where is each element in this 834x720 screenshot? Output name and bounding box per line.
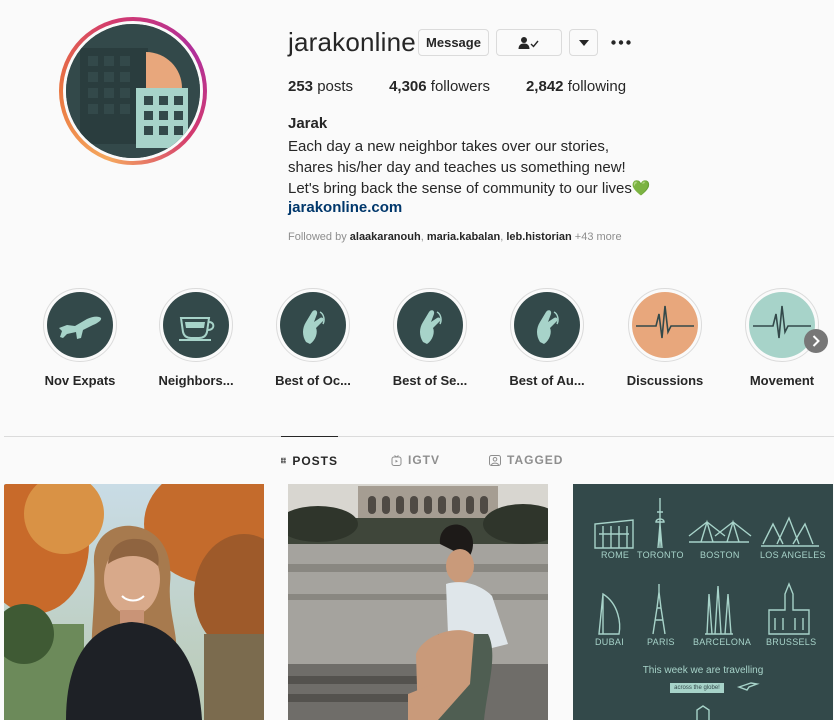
highlight-label: Best of Au... [509,373,585,388]
message-button[interactable]: Message [418,29,489,56]
rome-photo [288,484,548,720]
highlight-cover [632,292,698,358]
highlight-ring [276,288,350,362]
followed-by-prefix: Followed by [288,231,350,243]
city-label: BOSTON [700,550,740,560]
highlight-label: Neighbors... [158,373,234,388]
tab-label: TAGGED [507,453,564,467]
tab-label: POSTS [292,453,338,468]
profile-avatar-ring[interactable] [59,17,207,165]
highlight-cover [397,292,463,358]
highlights-next-button[interactable] [804,329,828,353]
following-count: 2,842 [525,78,564,95]
hand-icon [303,310,325,344]
post-thumbnail-travel[interactable]: ROME TORONTO BOSTON LOS ANGELES DUBAI PA… [573,484,833,720]
highlight-label: Best of Oc... [275,373,351,388]
highlight-label: Nov Expats [44,373,116,388]
bio-line: shares his/her day and teaches us someth… [288,159,626,176]
highlight-ring [745,288,819,362]
posts-count: 253 [288,78,314,95]
bio-line: Let's bring back the sense of community … [288,180,651,197]
hand-icon [537,310,559,344]
posts-stat: 253 posts [288,78,353,95]
travel-pill: across the globe! [670,683,724,693]
highlight-ring [43,288,117,362]
suggestions-dropdown-button[interactable] [569,29,598,56]
hand-icon [420,310,442,344]
tab-posts[interactable]: POSTS [281,436,338,484]
profile-avatar [66,24,200,158]
highlight-cover [280,292,346,358]
heartbeat-icon [753,305,811,339]
following-stat[interactable]: 2,842 following [526,78,626,95]
followers-count: 4,306 [389,78,427,95]
tab-label: IGTV [408,453,441,467]
bio-line: Each day a new neighbor takes over our s… [288,138,610,155]
coffee-cup-icon [179,317,215,341]
grid-icon [281,457,287,464]
highlight-neighbors[interactable]: Neighbors... [146,288,246,388]
followers-label: followers [430,78,490,95]
city-label: PARIS [647,637,675,647]
chevron-right-icon [812,335,820,347]
tv-icon [391,454,402,466]
highlight-best-of-oct[interactable]: Best of Oc... [263,288,363,388]
tab-tagged[interactable]: TAGGED [489,436,563,484]
post-thumbnail[interactable] [4,484,264,720]
more-options-button[interactable] [610,32,632,52]
story-highlights: Nov Expats Neighbors... Best of Oc... Be… [0,288,834,398]
followers-stat[interactable]: 4,306 followers [389,78,490,95]
followed-by-user: maria.kabalan [426,231,501,243]
heartbeat-icon [636,305,694,339]
profile-bio: Each day a new neighbor takes over our s… [288,136,651,199]
city-label: LOS ANGELES [760,550,826,560]
caret-down-icon [578,39,589,46]
travel-caption: This week we are travelling [642,665,764,676]
city-label: ROME [601,550,630,560]
highlight-ring [159,288,233,362]
city-label: TORONTO [637,550,684,560]
following-label: following [567,78,627,95]
airplane-icon [59,316,102,339]
profile-stats: 253 posts 4,306 followers 2,842 followin… [288,78,662,95]
highlight-ring [510,288,584,362]
highlight-discussions[interactable]: Discussions [615,288,715,388]
portrait-photo [4,484,264,720]
highlight-cover [514,292,580,358]
avatar-inner [63,21,203,161]
posts-label: posts [317,78,354,95]
profile-username: jarakonline [288,27,416,57]
highlight-label: Movement [749,373,815,388]
followed-by-text[interactable]: Followed by alaakaranouh, maria.kabalan,… [288,231,622,243]
highlight-ring [628,288,702,362]
ellipsis-icon [611,39,631,45]
city-label: BARCELONA [693,637,752,647]
highlight-cover [749,292,815,358]
highlight-cover [163,292,229,358]
website-link[interactable]: jarakonline.com [288,199,402,216]
city-label: BRUSSELS [766,637,817,647]
followed-by-user: alaakaranouh [349,231,421,243]
highlight-nov-expats[interactable]: Nov Expats [30,288,130,388]
profile-full-name: Jarak [288,115,328,132]
followed-by-more: +43 more [574,231,622,243]
tag-icon [489,454,501,466]
highlight-label: Best of Se... [392,373,468,388]
highlight-best-of-aug[interactable]: Best of Au... [497,288,597,388]
following-button[interactable] [496,29,562,56]
tab-igtv[interactable]: IGTV [391,436,440,484]
highlight-best-of-sep[interactable]: Best of Se... [380,288,480,388]
highlight-ring [393,288,467,362]
followed-by-user: leb.historian [506,231,572,243]
jarak-logo-icon [66,24,200,158]
post-thumbnail[interactable] [288,484,548,720]
city-label: DUBAI [595,637,625,647]
person-check-icon [518,36,539,49]
highlight-label: Discussions [626,373,704,388]
highlight-cover [47,292,113,358]
